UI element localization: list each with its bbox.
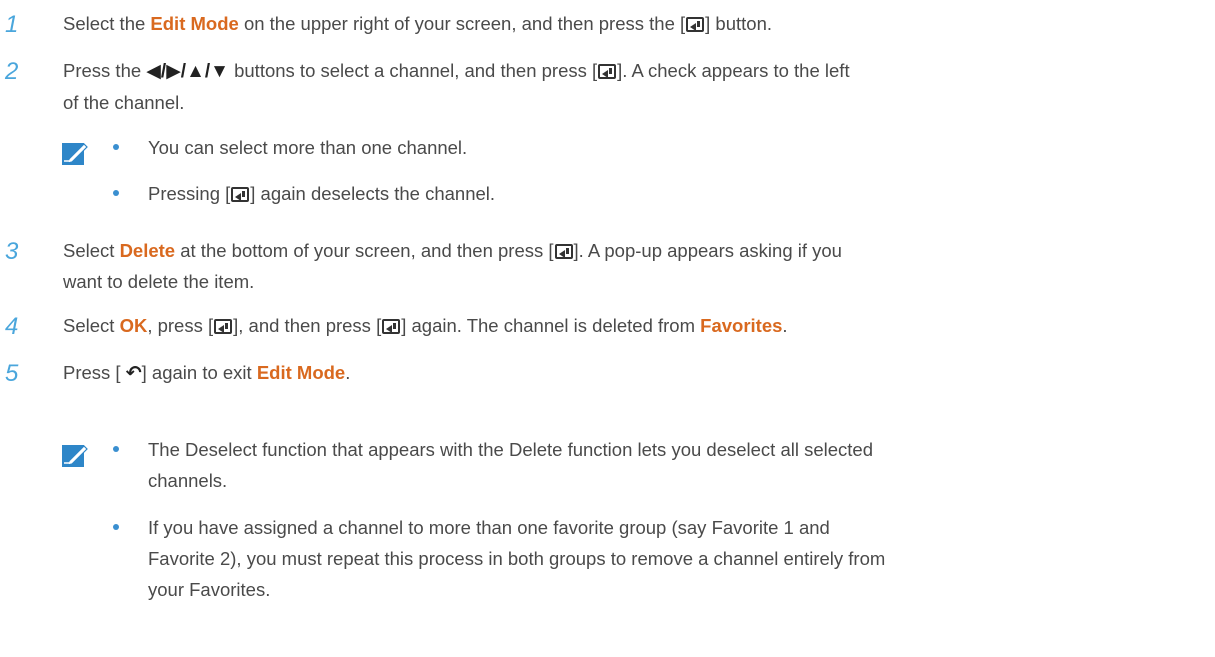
step-number: 5 bbox=[5, 360, 19, 387]
step-text-part: Select bbox=[63, 315, 120, 336]
step-text: Press [ ↶] again to exit Edit Mode. bbox=[63, 357, 1208, 389]
bullet-text-line: your Favorites. bbox=[148, 579, 271, 600]
enter-key-icon bbox=[598, 64, 617, 79]
bullet-text: The Deselect function that appears with … bbox=[148, 434, 1203, 496]
highlight-edit-mode: Edit Mode bbox=[256, 362, 346, 383]
step-text-part: ] button. bbox=[705, 13, 773, 34]
highlight-delete: Delete bbox=[119, 240, 176, 261]
step-text-part: ] again. The channel is deleted from bbox=[401, 315, 701, 336]
enter-key-icon bbox=[554, 244, 573, 259]
step-text-part: Select bbox=[63, 240, 120, 261]
enter-key-icon bbox=[231, 187, 250, 202]
step-text-part: at the bottom of your screen, and then p… bbox=[175, 240, 554, 261]
bullet-icon bbox=[113, 524, 119, 530]
highlight-edit-mode: Edit Mode bbox=[150, 13, 239, 34]
bullet-text: Pressing [ ] again deselects the channel. bbox=[148, 178, 1203, 209]
step-text-part: ], and then press [ bbox=[233, 315, 382, 336]
step-text: Select Delete at the bottom of your scre… bbox=[63, 235, 1208, 297]
step-text-part: Press [ bbox=[63, 362, 126, 383]
bullet-icon bbox=[113, 144, 119, 150]
step-text-part: . bbox=[782, 315, 788, 336]
step-text-part: ]. A check appears to the left bbox=[617, 60, 850, 81]
step-number: 2 bbox=[5, 58, 19, 85]
step-text: Select OK, press [ ], and then press [ ] a… bbox=[63, 310, 1208, 341]
step-text-part: . bbox=[345, 362, 351, 383]
bullet-text-line: The Deselect function that appears with … bbox=[148, 439, 874, 460]
step-text-part: want to delete the item. bbox=[63, 271, 255, 292]
manual-page: 1 Select the Edit Mode on the upper righ… bbox=[0, 0, 1215, 657]
step-text-part: buttons to select a channel, and then pr… bbox=[228, 60, 598, 81]
step-number: 3 bbox=[5, 238, 19, 265]
bullet-icon bbox=[113, 446, 119, 452]
step-number: 1 bbox=[5, 11, 19, 38]
step-text-part: , press [ bbox=[147, 315, 214, 336]
step-text: Select the Edit Mode on the upper right … bbox=[63, 8, 1208, 39]
bullet-text-line: Favorite 2), you must repeat this proces… bbox=[148, 548, 886, 569]
step-text-part: ] again to exit bbox=[141, 362, 257, 383]
bullet-text-part: Pressing [ bbox=[148, 183, 231, 204]
bullet-text: You can select more than one channel. bbox=[148, 137, 468, 158]
bullet-text-part: ] again deselects the channel. bbox=[250, 183, 496, 204]
direction-arrows-icon: ◀/▶/▲/▼ bbox=[146, 61, 229, 82]
bullet-text-line: channels. bbox=[148, 470, 228, 491]
highlight-ok: OK bbox=[119, 315, 148, 336]
highlight-favorites: Favorites bbox=[700, 315, 783, 336]
step-text: Press the ◀/▶/▲/▼ buttons to select a ch… bbox=[63, 55, 1208, 118]
note-icon bbox=[62, 143, 88, 165]
enter-key-icon bbox=[686, 17, 705, 32]
bullet-text-line: If you have assigned a channel to more t… bbox=[148, 517, 830, 538]
note-icon bbox=[62, 445, 88, 467]
bullet-icon bbox=[113, 190, 119, 196]
step-number: 4 bbox=[5, 313, 19, 340]
step-text-part: Select the bbox=[63, 13, 151, 34]
step-text-part: on the upper right of your screen, and t… bbox=[238, 13, 686, 34]
step-text-part: ]. A pop-up appears asking if you bbox=[573, 240, 842, 261]
step-text-part: of the channel. bbox=[63, 92, 185, 113]
return-icon: ↶ bbox=[125, 363, 142, 384]
step-text-part: Press the bbox=[63, 60, 147, 81]
enter-key-icon bbox=[214, 319, 233, 334]
bullet-text: If you have assigned a channel to more t… bbox=[148, 512, 1203, 605]
enter-key-icon bbox=[382, 319, 401, 334]
